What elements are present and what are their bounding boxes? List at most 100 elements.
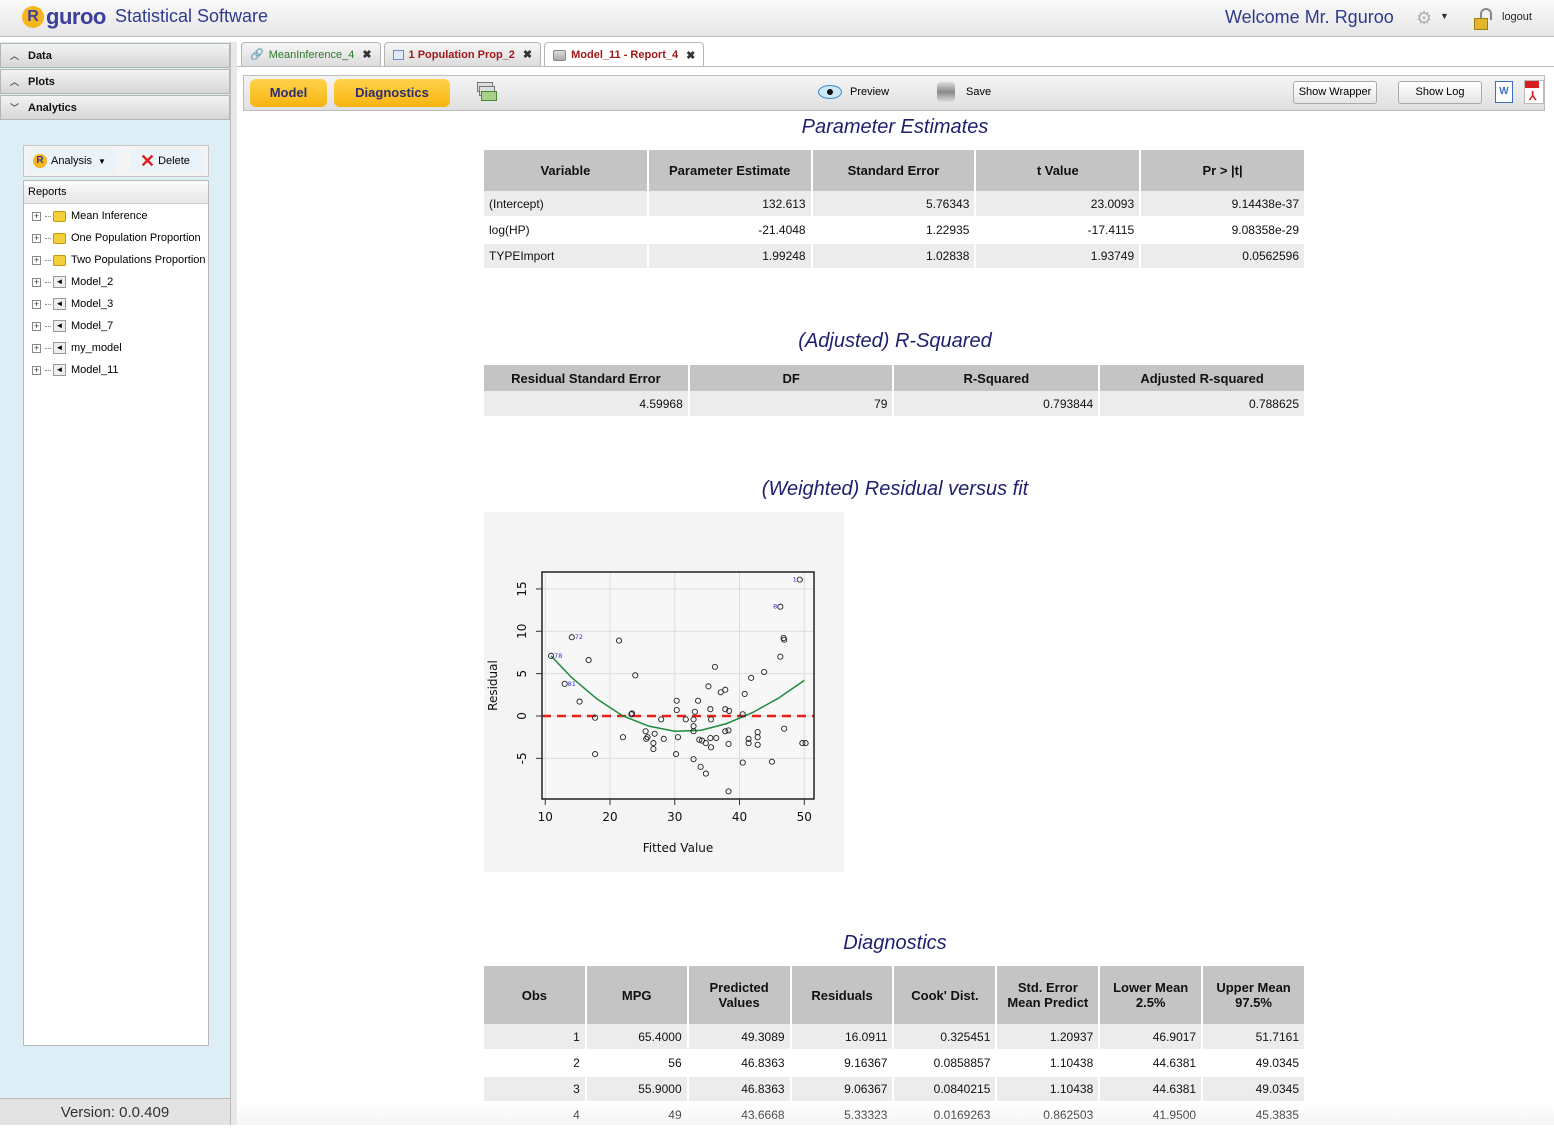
table-row: 3 55.9000 46.8363 9.06367 0.0840215 1.10… [484, 1076, 1306, 1103]
tree-item[interactable]: + ◄ Model_3 [24, 293, 208, 315]
gear-icon[interactable]: ⚙ [1416, 8, 1432, 29]
tab-meaninference-4[interactable]: 🔗 MeanInference_4 ✖ [241, 42, 381, 66]
column-header: Pr > |t| [1140, 150, 1306, 191]
cell: 41.9500 [1099, 1102, 1204, 1129]
model-button[interactable]: Model [250, 79, 327, 107]
cell: (Intercept) [484, 191, 649, 218]
tree-item[interactable]: + One Population Proportion [24, 227, 208, 249]
chevron-down-icon: ﹀ [10, 103, 20, 113]
expand-icon[interactable]: + [32, 255, 41, 265]
pdf-export-icon[interactable]: ⅄ [1524, 80, 1544, 104]
logout-link[interactable]: logout [1502, 11, 1532, 23]
cell: 56 [585, 1050, 689, 1077]
accordion-analytics[interactable]: ﹀ Analytics [0, 95, 230, 120]
save-button[interactable]: Save [937, 82, 991, 102]
cell: 1 [484, 1024, 587, 1051]
accordion-label: Plots [28, 75, 55, 88]
tree-item[interactable]: + ◄ Model_11 [24, 359, 208, 381]
expand-icon[interactable]: + [32, 343, 41, 353]
cell: 5.33323 [790, 1102, 895, 1129]
table-header-row: Obs MPG Predicted Values Residuals Cook'… [484, 966, 1306, 1024]
close-icon[interactable]: ✖ [362, 48, 371, 61]
close-icon[interactable]: ✖ [686, 49, 695, 62]
cell: 0.325451 [893, 1024, 998, 1051]
tree-item[interactable]: + Mean Inference [24, 205, 208, 227]
x-tick-label: 30 [667, 810, 682, 824]
chevron-down-icon[interactable]: ▼ [1440, 11, 1449, 21]
cell: 51.7161 [1202, 1024, 1306, 1051]
column-header: MPG [585, 966, 689, 1024]
column-header: Cook' Dist. [893, 966, 998, 1024]
eye-icon [818, 85, 842, 99]
parameter-estimates-title: Parameter Estimates [801, 116, 989, 138]
top-bar: R guroo Statistical Software Welcome Mr.… [0, 0, 1554, 37]
model-icon: ◄ [53, 276, 66, 288]
cell: 132.613 [647, 191, 813, 218]
cell: TYPEImport [484, 243, 649, 270]
diagnostics-button[interactable]: Diagnostics [334, 79, 450, 107]
word-export-icon[interactable]: W [1495, 81, 1513, 103]
column-header: Upper Mean 97.5% [1202, 966, 1306, 1024]
window-icon [392, 49, 404, 60]
tree-item[interactable]: + ◄ Model_2 [24, 271, 208, 293]
folder-icon [53, 210, 66, 222]
analysis-label: Analysis [51, 155, 92, 167]
cell: 43.6668 [687, 1102, 792, 1129]
table-row: 1 65.4000 49.3089 16.0911 0.325451 1.209… [484, 1024, 1306, 1051]
cell: 0.0840215 [893, 1076, 998, 1103]
tab-model-11-report-4[interactable]: Model_11 - Report_4 ✖ [544, 42, 705, 67]
show-wrapper-button[interactable]: Show Wrapper [1293, 81, 1377, 104]
save-label: Save [966, 86, 992, 98]
tree-item[interactable]: + Two Populations Proportion [24, 249, 208, 271]
cell: 46.8363 [687, 1076, 792, 1103]
report-toolbar: R Analysis ▼ ✕ Delete [23, 145, 209, 177]
table-row: 4.59968 79 0.793844 0.788625 [484, 391, 1306, 418]
cell: 4.59968 [484, 391, 690, 418]
tree-item-label: my_model [71, 342, 122, 354]
cell: 1.10438 [996, 1050, 1101, 1077]
tree-item[interactable]: + ◄ Model_7 [24, 315, 208, 337]
analysis-button[interactable]: R Analysis ▼ [29, 149, 115, 173]
x-tick-label: 50 [797, 810, 812, 824]
delete-button[interactable]: ✕ Delete [130, 149, 204, 173]
cell: 0.0169263 [893, 1102, 998, 1129]
cell: 46.9017 [1099, 1024, 1204, 1051]
table-row: TYPEImport 1.99248 1.02838 1.93749 0.056… [484, 243, 1306, 270]
tree-item[interactable]: + ◄ my_model [24, 337, 208, 359]
accordion-label: Data [28, 49, 52, 62]
accordion-plots[interactable]: ︿ Plots [0, 69, 230, 94]
tree-item-label: Model_11 [71, 364, 119, 376]
expand-icon[interactable]: + [32, 365, 41, 375]
expand-icon[interactable]: + [32, 299, 41, 309]
model-icon: ◄ [53, 364, 66, 376]
column-header: R-Squared [893, 365, 1101, 391]
expand-icon[interactable]: + [32, 321, 41, 331]
cell: 65.4000 [585, 1024, 689, 1051]
windows-stack-icon[interactable] [477, 82, 499, 104]
table-row: (Intercept) 132.613 5.76343 23.0093 9.14… [484, 191, 1306, 218]
logo-r-icon: R [22, 6, 44, 28]
reports-tree-panel: Reports + Mean Inference + One Population … [23, 180, 209, 1046]
model-icon: ◄ [53, 320, 66, 332]
tab-population-prop-2[interactable]: 1 Population Prop_2 ✖ [383, 42, 542, 66]
lock-icon[interactable] [1474, 8, 1494, 30]
preview-button[interactable]: Preview [818, 85, 889, 99]
expand-icon[interactable]: + [32, 277, 41, 287]
chevron-down-icon: ▼ [97, 156, 106, 166]
show-log-button[interactable]: Show Log [1398, 81, 1482, 104]
sidebar: ︿ Data ︿ Plots ﹀ Analytics R Analysis ▼ ✕ D… [0, 42, 231, 1125]
expand-icon[interactable]: + [32, 233, 41, 243]
accordion-data[interactable]: ︿ Data [0, 43, 230, 68]
cell: 0.788625 [1099, 391, 1306, 418]
report-tabs: 🔗 MeanInference_4 ✖ 1 Population Prop_2 … [241, 42, 707, 67]
column-header: Obs [484, 966, 587, 1024]
close-icon[interactable]: ✖ [523, 48, 532, 61]
column-header: Std. Error Mean Predict [996, 966, 1101, 1024]
folder-icon [53, 232, 66, 244]
cell: -17.4115 [975, 217, 1142, 244]
point-label: 81 [568, 680, 576, 688]
cell: 1.93749 [975, 243, 1142, 270]
x-tick-label: 20 [602, 810, 617, 824]
reports-tree: + Mean Inference + One Population Proporti… [24, 204, 208, 381]
expand-icon[interactable]: + [32, 211, 41, 221]
